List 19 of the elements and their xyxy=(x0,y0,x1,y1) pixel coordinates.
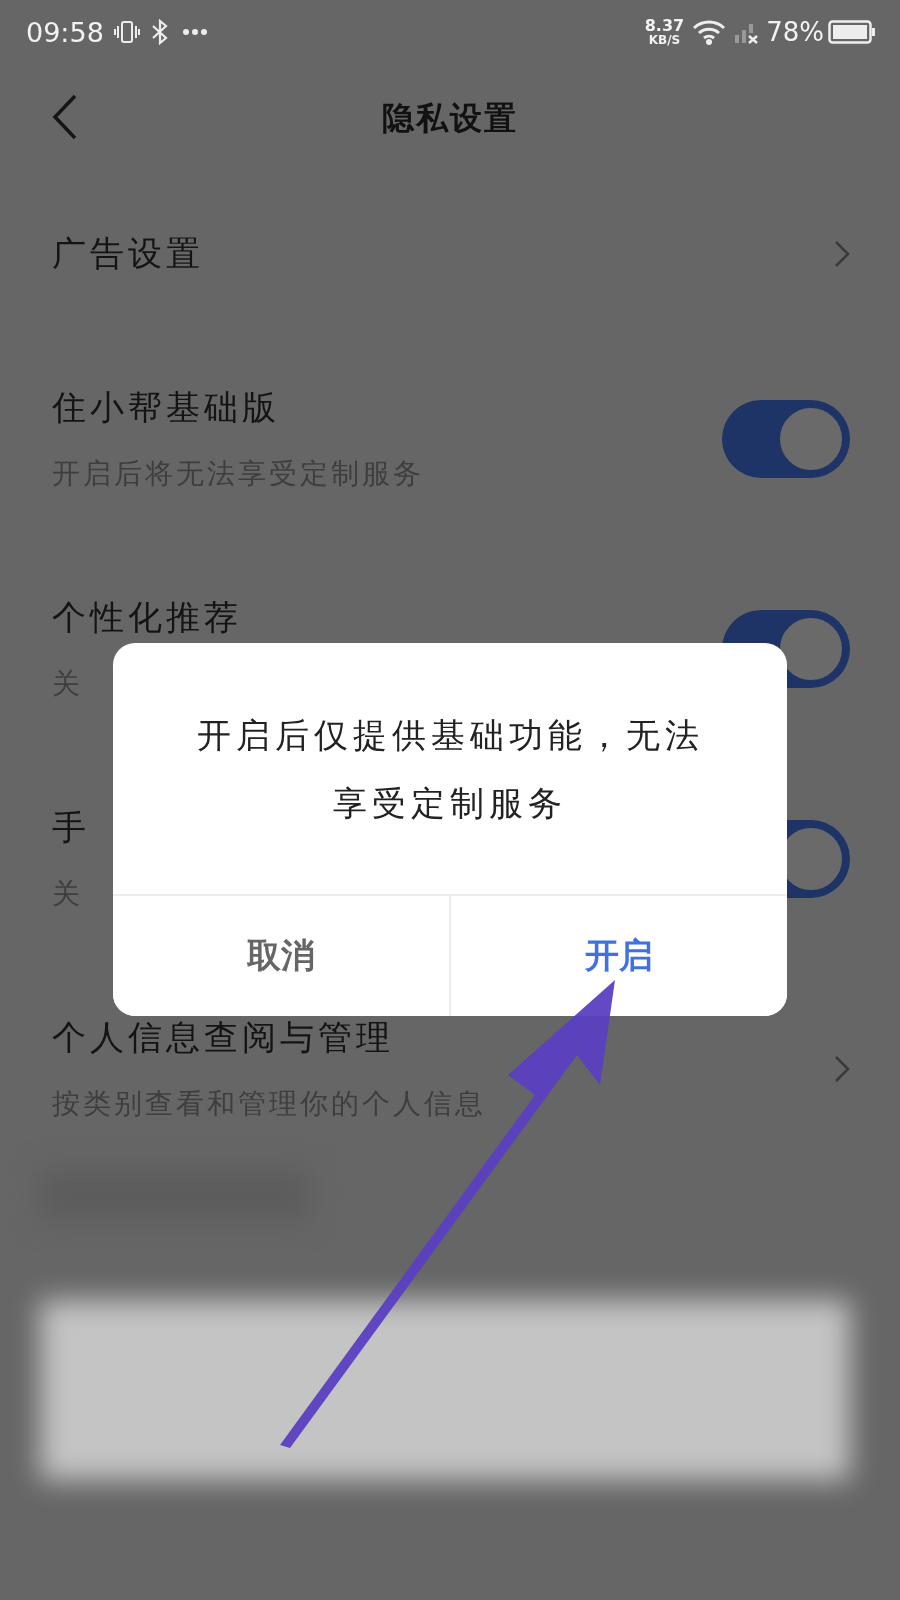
setting-title: 广告设置 xyxy=(52,232,205,275)
setting-title: 个性化推荐 xyxy=(52,596,243,639)
setting-title: 住小帮基础版 xyxy=(52,386,281,429)
battery-icon xyxy=(828,20,876,44)
back-icon[interactable] xyxy=(52,94,78,140)
status-time: 09:58 xyxy=(26,16,104,48)
chevron-right-icon[interactable] xyxy=(834,1055,850,1083)
setting-title: 手 xyxy=(52,806,91,849)
chevron-right-icon[interactable] xyxy=(834,240,850,268)
vibrate-icon xyxy=(113,19,140,45)
wifi-icon xyxy=(692,19,727,45)
battery-percent: 78% xyxy=(766,17,824,47)
more-icon xyxy=(181,28,208,36)
network-speed: 8.37 xyxy=(644,18,685,34)
page-title: 隐私设置 xyxy=(382,98,518,139)
setting-title: 个人信息查阅与管理 xyxy=(52,1016,395,1059)
speed-unit: KB/S xyxy=(648,34,681,46)
dialog-message: 开启后仅提供基础功能，无法享受定制服务 xyxy=(195,713,705,825)
dialog-button[interactable]: 开启 xyxy=(449,896,787,1016)
